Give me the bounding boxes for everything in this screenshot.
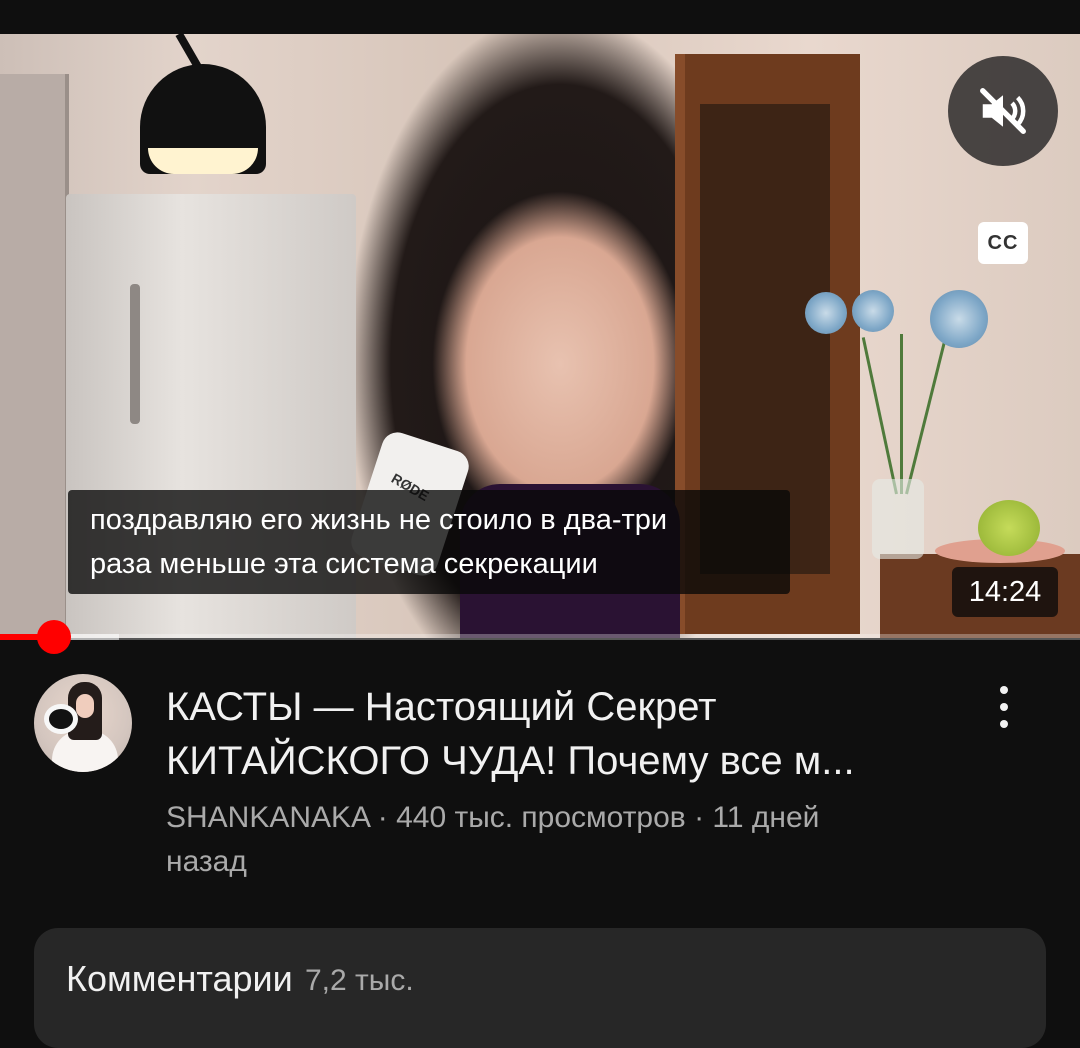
channel-avatar[interactable] (34, 674, 132, 772)
comments-title: Комментарии (66, 958, 293, 999)
video-title[interactable]: КАСТЫ — Настоящий Секрет КИТАЙСКОГО ЧУДА… (166, 680, 956, 788)
video-scene-fridge-handle (130, 284, 140, 424)
more-vertical-icon-dot (1000, 686, 1008, 694)
mute-button[interactable] (948, 56, 1058, 166)
subtitle-line: поздравляю его жизнь не стоило в два-три (90, 504, 668, 536)
closed-captions-icon: CC (987, 231, 1019, 254)
comments-count: 7,2 тыс. (305, 964, 414, 997)
more-vertical-icon-dot (1000, 720, 1008, 728)
video-scene-fruit (978, 500, 1040, 556)
video-scene-flower (805, 292, 847, 334)
more-vertical-icon-dot (1000, 703, 1008, 711)
volume-muted-icon (980, 88, 1026, 134)
video-scene-stem (861, 337, 898, 495)
video-scene-flower (852, 290, 894, 332)
video-scene-lamp-light (148, 148, 258, 174)
video-meta: SHANKANAKA · 440 тыс. просмотров · 11 дн… (166, 796, 946, 884)
video-title-line: КАСТЫ — Настоящий Секрет (166, 685, 717, 729)
progress-scrubber-handle[interactable] (37, 620, 71, 654)
video-subtitle: поздравляю его жизнь не стоило в два-три… (68, 490, 790, 594)
comments-panel[interactable]: Комментарии 7,2 тыс. (34, 928, 1046, 1048)
progress-bar[interactable] (0, 634, 1080, 640)
avatar-figure-face (76, 694, 94, 718)
video-scene-vase (872, 479, 924, 559)
video-scene-flower (930, 290, 988, 348)
video-scene-stem (900, 334, 903, 494)
video-player[interactable]: RØDE CC поздравляю его жизнь не стоило в… (0, 34, 1080, 638)
video-title-line: КИТАЙСКОГО ЧУДА! Почему все м... (166, 739, 855, 783)
video-duration: 14:24 (952, 567, 1058, 617)
video-meta-line: SHANKANAKA · 440 тыс. просмотров · 11 дн… (166, 801, 820, 834)
closed-captions-button[interactable]: CC (978, 222, 1028, 264)
video-scene-wall (0, 74, 69, 634)
avatar-panda (44, 704, 78, 734)
video-scene-stem (905, 328, 950, 495)
video-meta-line: назад (166, 845, 247, 878)
subtitle-line: раза меньше эта система секрекации (90, 548, 598, 580)
more-options-button[interactable] (980, 680, 1028, 734)
status-bar (0, 0, 1080, 34)
